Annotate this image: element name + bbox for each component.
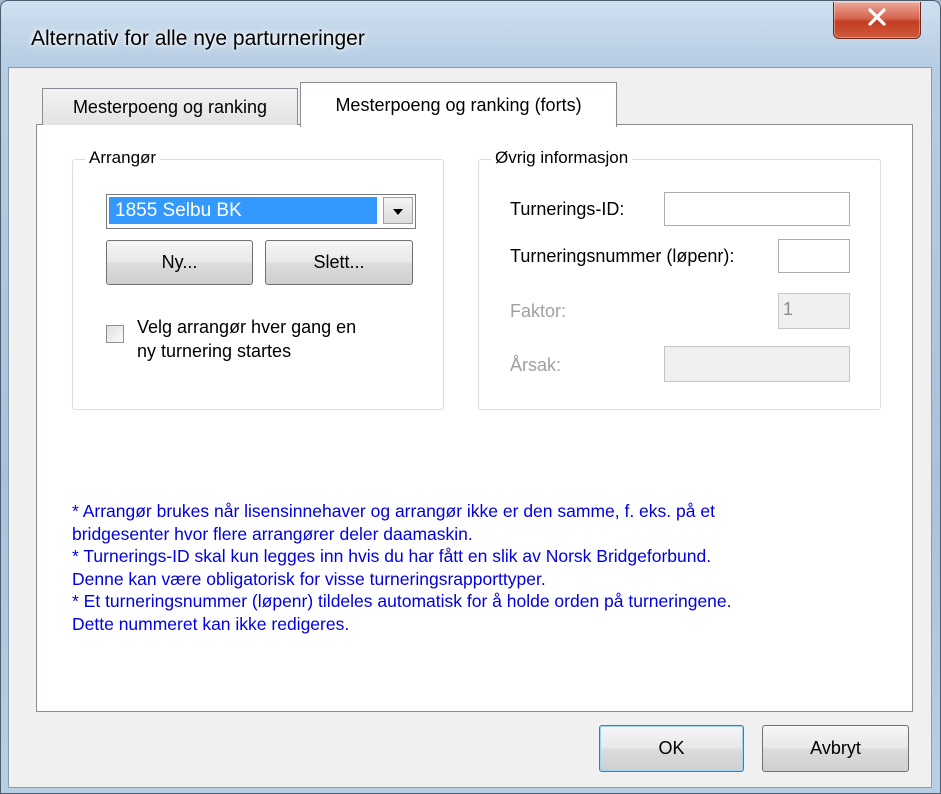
tab-label: Mesterpoeng og ranking (forts) <box>335 94 582 115</box>
ok-button-label: OK <box>658 738 685 758</box>
new-arrangor-button[interactable]: Ny... <box>106 240 253 285</box>
tournament-id-input[interactable] <box>664 192 850 226</box>
arrangor-select[interactable]: 1855 Selbu BK <box>106 194 416 229</box>
note-line: Dette nummeret kan ikke redigeres. <box>72 613 350 634</box>
tab-mesterpoeng-ranking-forts[interactable]: Mesterpoeng og ranking (forts) <box>300 82 617 127</box>
chevron-down-icon <box>392 200 404 222</box>
delete-arrangor-button[interactable]: Slett... <box>265 240 413 285</box>
tab-mesterpoeng-ranking[interactable]: Mesterpoeng og ranking <box>42 88 298 125</box>
ok-button[interactable]: OK <box>599 725 744 772</box>
factor-input: 1 <box>778 293 850 329</box>
tournament-id-label: Turnerings-ID: <box>510 199 625 219</box>
factor-label: Faktor: <box>510 301 567 321</box>
arrangor-group-legend: Arrangør <box>85 148 161 168</box>
tournament-number-label: Turneringsnummer (løpenr): <box>510 246 735 266</box>
checkbox-label-line2: ny turnering startes <box>137 341 292 361</box>
arrangor-selected-value: 1855 Selbu BK <box>109 197 377 224</box>
cancel-button[interactable]: Avbryt <box>762 725 909 772</box>
new-button-label: Ny... <box>161 252 198 272</box>
choose-arrangor-checkbox[interactable] <box>106 325 124 343</box>
help-notes: * Arrangør brukes når lisensinnehaver og… <box>72 500 878 680</box>
note-line: bridgesenter hvor flere arrangører deler… <box>72 523 473 544</box>
cancel-button-label: Avbryt <box>810 738 861 758</box>
checkbox-label-line1: Velg arrangør hver gang en <box>137 317 357 337</box>
close-button[interactable] <box>833 2 921 39</box>
note-line: Denne kan være obligatorisk for visse tu… <box>72 568 546 589</box>
note-line: * Arrangør brukes når lisensinnehaver og… <box>72 501 715 521</box>
dropdown-button[interactable] <box>383 197 413 224</box>
other-info-group-legend: Øvrig informasjon <box>491 148 633 168</box>
close-icon <box>867 8 887 32</box>
reason-input <box>664 346 850 382</box>
reason-label: Årsak: <box>510 355 562 375</box>
note-line: * Et turneringsnummer (løpenr) tildeles … <box>72 591 732 612</box>
tournament-number-input[interactable] <box>778 239 850 273</box>
tab-label: Mesterpoeng og ranking <box>72 96 268 117</box>
delete-button-label: Slett... <box>313 252 365 272</box>
window-title: Alternativ for alle nye parturneringer <box>31 27 365 50</box>
note-line: * Turnerings-ID skal kun legges inn hvis… <box>72 546 712 567</box>
